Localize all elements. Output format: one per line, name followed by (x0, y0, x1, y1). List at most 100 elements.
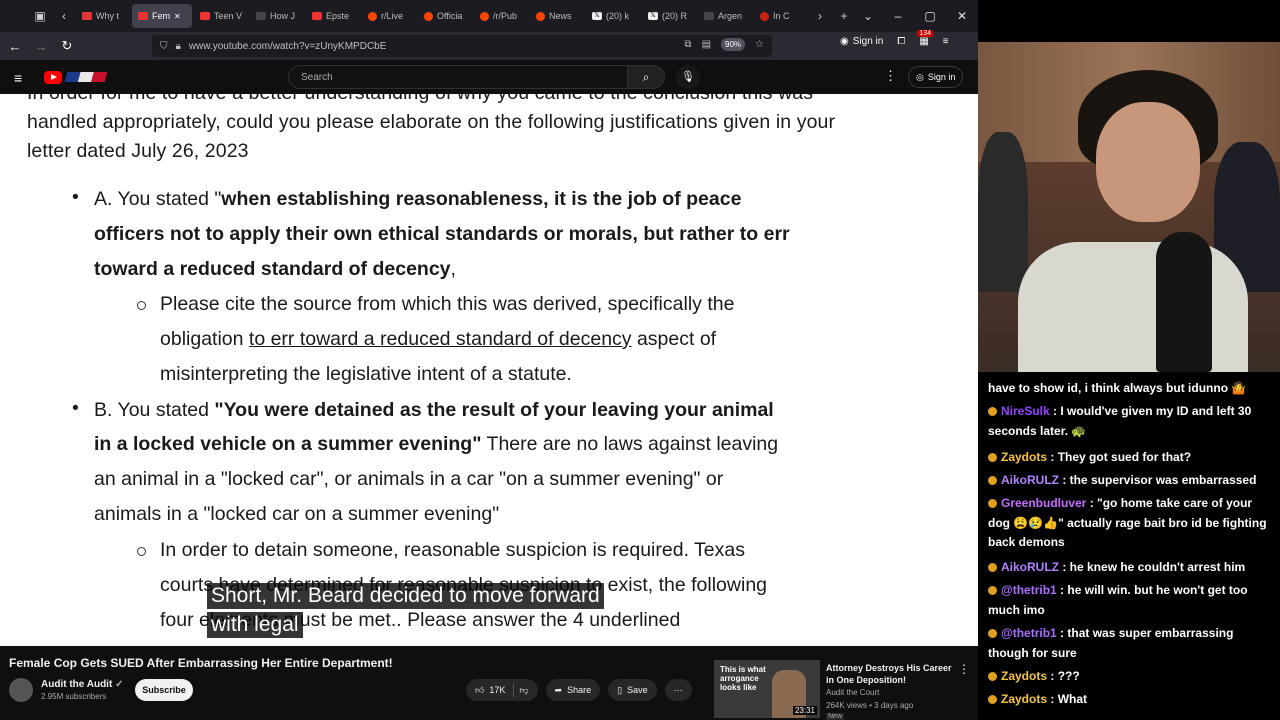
doc-a-bold-2: officers not to apply their own ethical … (94, 223, 790, 245)
url-bar[interactable]: ⛉ 🔒︎ www.youtube.com/watch?v=zUnyKMPDCbE… (152, 35, 772, 57)
video-player[interactable]: In order for me to have a better underst… (0, 94, 978, 646)
youtube-icon (82, 12, 92, 20)
youtube-logo[interactable] (44, 70, 108, 84)
lock-icon[interactable]: 🔒︎ (176, 41, 181, 52)
streamer-face (1096, 102, 1200, 222)
shield-icon[interactable]: ⛉ (160, 41, 168, 52)
browser-tab[interactable]: Fem ✕ (132, 4, 192, 28)
browser-tab[interactable]: 𝕏 (20) k (586, 4, 640, 28)
tab-label: News (549, 11, 572, 21)
extension-badge-button[interactable]: ▦ 134 (917, 30, 933, 47)
chat-username[interactable]: AikoRULZ (1001, 473, 1059, 487)
chat-username[interactable]: Zaydots (1001, 669, 1047, 683)
doc-b-bold-1: "You were detained as the result of your… (214, 399, 774, 421)
recommended-thumbnail[interactable]: This is what arrogance looks like 23:31 (714, 660, 820, 718)
chat-username[interactable]: Zaydots (1001, 450, 1047, 464)
save-button[interactable]: ▯ Save (608, 679, 657, 701)
page-icon (256, 12, 266, 20)
doc-a-sub-2-post: aspect of (631, 328, 717, 350)
chat-badge-icon (988, 672, 997, 681)
reload-icon[interactable]: ↻ (54, 38, 80, 54)
tab-list-dropdown-icon[interactable]: ⌄ (856, 9, 880, 23)
voice-search-button[interactable]: 🎙︎ (676, 65, 700, 89)
youtube-icon (200, 12, 210, 20)
guide-menu-icon[interactable]: ≡ (14, 70, 22, 86)
like-count: 17K (489, 685, 506, 695)
chat-username[interactable]: AikoRULZ (1001, 560, 1059, 574)
like-button[interactable]: 👍︎ 17K 👎︎ (466, 679, 538, 701)
url-text[interactable]: www.youtube.com/watch?v=zUnyKMPDCbE (189, 41, 387, 52)
tab-label: Why t (96, 11, 120, 21)
share-button[interactable]: ➦ Share (545, 679, 601, 701)
channel-name-text: Audit the Audit (41, 679, 113, 690)
chat-badge-icon (988, 563, 997, 572)
zoom-level-badge[interactable]: 90% (721, 38, 746, 51)
video-duration: 23:31 (792, 706, 817, 715)
search-input[interactable]: Search (288, 65, 628, 89)
tab-scroll-left-icon[interactable]: ‹ (52, 9, 76, 23)
bullet-dot-b: • (72, 397, 79, 419)
chat-username[interactable]: Zaydots (1001, 692, 1047, 706)
browser-tab[interactable]: Epste (306, 4, 360, 28)
minimize-icon[interactable]: – (882, 9, 914, 23)
bookmark-star-icon[interactable]: ☆ (755, 39, 764, 50)
subscribe-button[interactable]: Subscribe (135, 679, 193, 701)
youtube-signin-button[interactable]: ◎ Sign in (908, 66, 964, 88)
recommended-channel[interactable]: Audit the Court (826, 688, 879, 697)
page-icon (704, 12, 714, 20)
browser-tab[interactable]: How J (250, 4, 304, 28)
more-actions-button[interactable]: ⋯ (664, 679, 692, 701)
browser-tab[interactable]: /r/Pub (474, 4, 528, 28)
sub-bullet-a (137, 301, 146, 310)
live-chat: have to show id, i think always but idun… (978, 372, 1280, 720)
doc-line-top: In order for me to have a better underst… (27, 94, 813, 108)
settings-more-icon[interactable]: ⋮ (884, 68, 897, 84)
chat-username[interactable]: @thetrib1 (1001, 626, 1057, 640)
browser-tab[interactable]: News (530, 4, 584, 28)
chat-username[interactable]: NireSulk (1001, 404, 1050, 418)
streamer-webcam (978, 42, 1280, 372)
browser-tab[interactable]: Officia (418, 4, 472, 28)
recommended-more-icon[interactable]: ⋮ (958, 662, 970, 676)
channel-avatar[interactable] (9, 678, 33, 702)
close-window-icon[interactable]: ✕ (946, 9, 978, 23)
chat-username[interactable]: Greenbudluver (1001, 496, 1086, 510)
browser-tab[interactable]: r/Live (362, 4, 416, 28)
maximize-icon[interactable]: ▢ (914, 9, 946, 23)
caption-line-2: with legal (207, 612, 303, 638)
reader-view-icon[interactable]: ▤ (702, 39, 711, 50)
back-icon[interactable]: ← (2, 39, 28, 54)
new-tab-icon[interactable]: + (832, 9, 856, 23)
browser-tab[interactable]: Teen V (194, 4, 248, 28)
chat-separator: : (1047, 450, 1058, 464)
extensions-icon[interactable]: ⧠ (897, 36, 905, 47)
browser-signin-label: Sign in (852, 36, 884, 47)
bullet-dot-a: • (72, 186, 79, 208)
caption-line-1: Short, Mr. Beard decided to move forward (207, 583, 604, 609)
search-button[interactable]: ⌕ (627, 65, 665, 89)
picture-in-picture-icon[interactable]: ⧉ (684, 39, 691, 50)
verified-check-icon: ✓ (115, 679, 124, 690)
browser-window: ▣ ‹ Why t Fem ✕ Teen V How J Epste r/Live Offic… (0, 0, 978, 720)
tab-scroll-right-icon[interactable]: › (808, 9, 832, 23)
thumbs-down-icon[interactable]: 👎︎ (519, 685, 528, 696)
youtube-icon (312, 12, 322, 20)
browser-tab[interactable]: Argen (698, 4, 752, 28)
tab-overview-icon[interactable]: ▣ (28, 9, 52, 23)
recommended-title[interactable]: Attorney Destroys His Career in One Depo… (826, 662, 956, 686)
chat-badge-icon (988, 629, 997, 638)
browser-tab[interactable]: In C (754, 4, 808, 28)
tab-label: Argen (718, 11, 743, 21)
forward-icon[interactable]: → (28, 39, 54, 54)
browser-signin-button[interactable]: ◉ Sign in (840, 36, 883, 47)
browser-tab[interactable]: 𝕏 (20) R (642, 4, 696, 28)
recommended-meta: 264K views • 3 days ago (826, 701, 914, 710)
like-divider (513, 683, 515, 697)
chat-badge-icon (988, 476, 997, 485)
menu-hamburger-icon[interactable]: ≡ (943, 36, 949, 47)
channel-name[interactable]: Audit the Audit ✓ (41, 679, 123, 690)
close-tab-icon[interactable]: ✕ (174, 12, 181, 21)
share-icon: ➦ (554, 684, 563, 695)
browser-tab[interactable]: Why t (76, 4, 130, 28)
chat-username[interactable]: @thetrib1 (1001, 583, 1057, 597)
